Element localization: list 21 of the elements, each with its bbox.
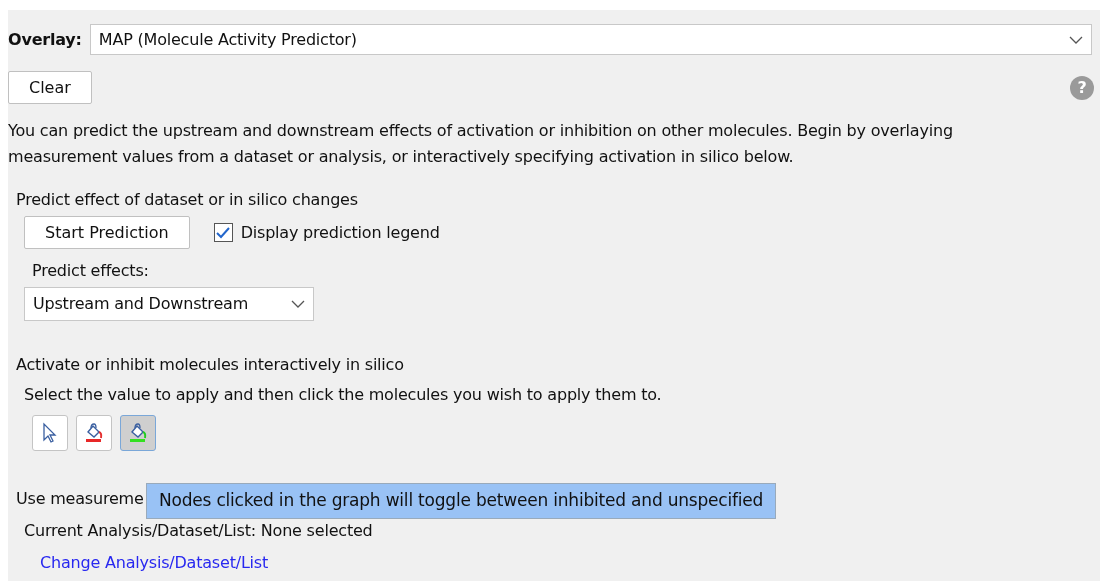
start-prediction-button[interactable]: Start Prediction — [24, 216, 190, 249]
tool-button[interactable] — [76, 415, 112, 451]
predict-effects-label: Predict effects: — [32, 261, 149, 280]
clear-button[interactable]: Clear — [8, 71, 92, 104]
chevron-down-icon — [1069, 34, 1083, 45]
section-heading: Predict effect of dataset or in silico changes — [16, 190, 358, 209]
chevron-down-icon — [291, 299, 305, 309]
predict-effects-dropdown[interactable]: Upstream and Downstream — [24, 287, 314, 321]
current-dataset-text: Current Analysis/Dataset/List: None selected — [24, 521, 373, 540]
legend-checkbox[interactable]: Display prediction legend — [213, 220, 440, 245]
section-heading: Activate or inhibit molecules interactively in silico — [16, 355, 404, 374]
tool-button[interactable] — [120, 415, 156, 451]
change-dataset-link[interactable]: Change Analysis/Dataset/List — [40, 553, 269, 572]
section-heading: Use measureme — [16, 489, 144, 508]
overlay-dropdown[interactable]: MAP (Molecule Activity Predictor) — [89, 24, 1092, 55]
tooltip: Nodes clicked in the graph will toggle between inhibited and unspecified — [146, 483, 777, 519]
tool-button[interactable] — [32, 415, 68, 451]
overlay-label: Overlay: — [8, 28, 82, 51]
description-text: You can predict the upstream and downstream effects of activation or inhibition on other molecules. Begin by overlaying measurement values from a dataset or analysis, or interactively specifying activation in silico below. — [8, 120, 954, 168]
checkmark-icon — [216, 226, 231, 239]
instruction-text: Select the value to apply and then click the molecules you wish to apply them to. — [24, 385, 662, 404]
